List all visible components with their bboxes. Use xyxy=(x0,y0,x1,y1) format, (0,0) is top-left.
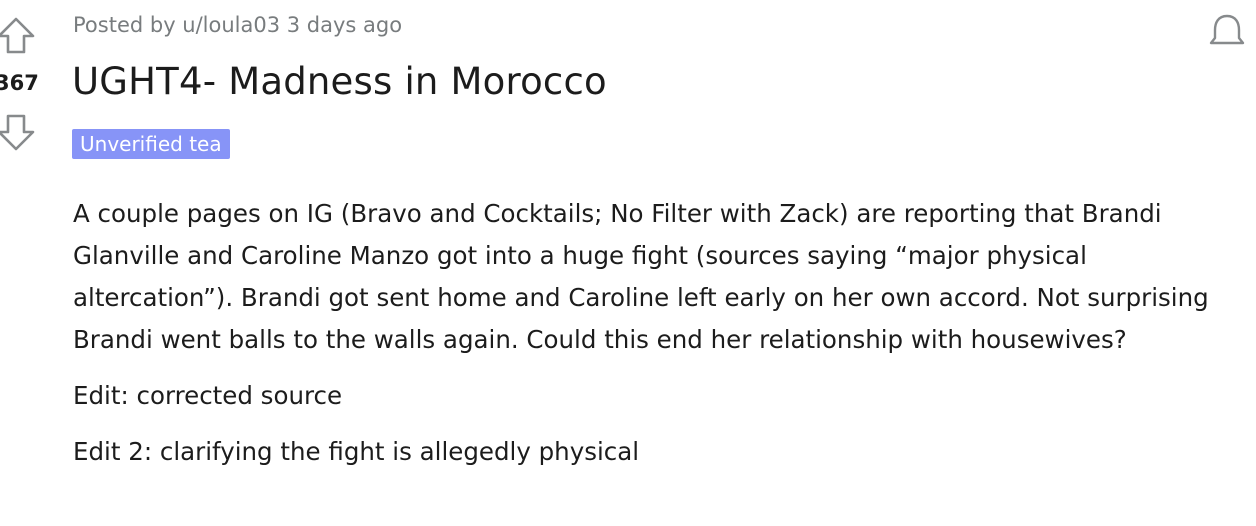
upvote-arrow-icon[interactable] xyxy=(0,16,36,56)
downvote-arrow-icon[interactable] xyxy=(0,112,36,152)
post-flair[interactable]: Unverified tea xyxy=(72,129,230,159)
vote-column: 367 xyxy=(0,0,40,526)
post-paragraph: A couple pages on IG (Bravo and Cocktail… xyxy=(73,199,1209,354)
post-meta[interactable]: Posted by u/loula03 3 days ago xyxy=(73,13,402,37)
post-paragraph: Edit 2: clarifying the fight is allegedl… xyxy=(73,437,640,466)
vote-score: 367 xyxy=(0,71,39,95)
post-body: A couple pages on IG (Bravo and Cocktail… xyxy=(73,193,1233,487)
post-title[interactable]: UGHT4- Madness in Morocco xyxy=(72,60,607,103)
bell-icon[interactable] xyxy=(1205,12,1249,48)
post-paragraph: Edit: corrected source xyxy=(73,381,343,410)
